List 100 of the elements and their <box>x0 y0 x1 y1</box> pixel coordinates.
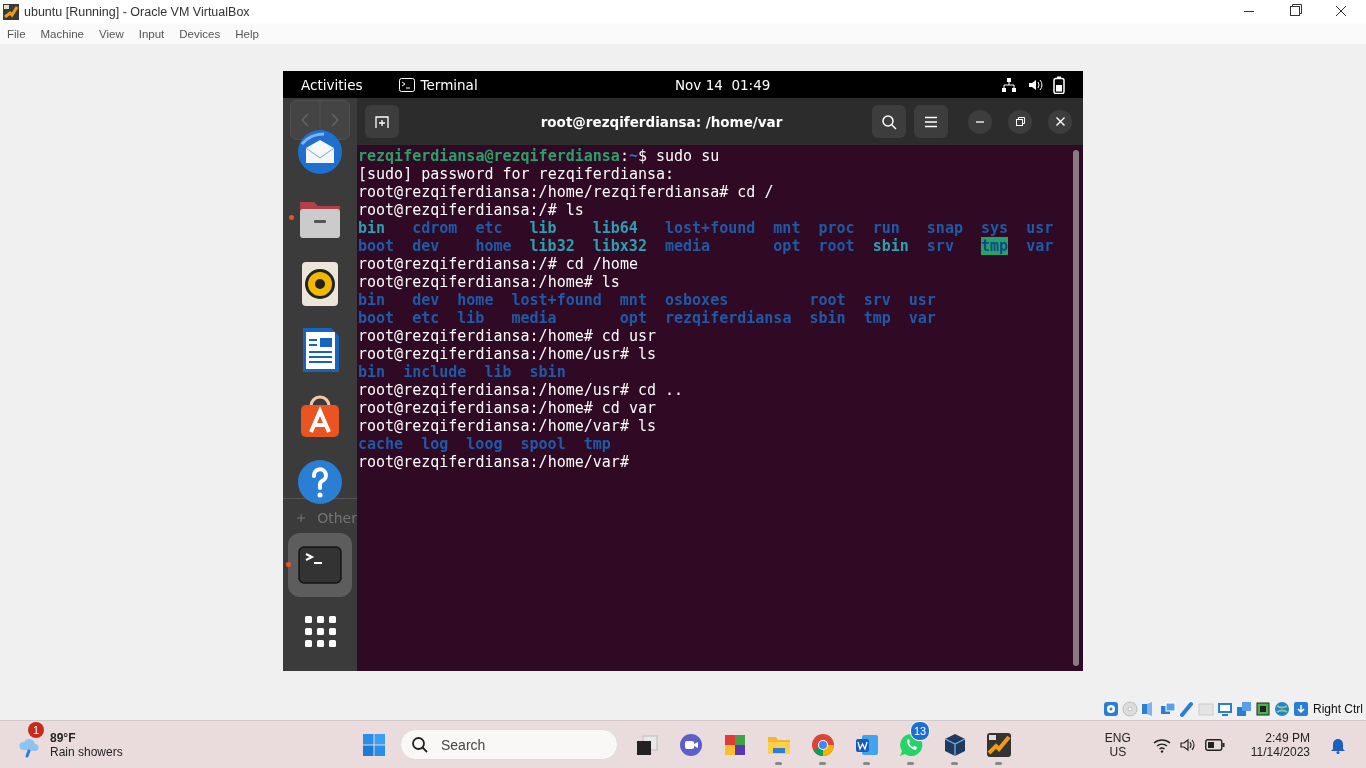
terminal-line: root@rezqiferdiansa:/home/var# ls <box>358 417 657 435</box>
region-label[interactable]: US <box>1109 744 1127 759</box>
video-call-icon <box>678 731 704 758</box>
directory-entry: libx32 <box>592 237 647 255</box>
plus-icon <box>297 512 306 524</box>
search-field[interactable]: Search <box>400 729 618 760</box>
display-icon[interactable] <box>1217 701 1233 717</box>
directory-entry: lib <box>484 363 512 381</box>
start-icon[interactable] <box>362 732 386 757</box>
terminal-line: root@rezqiferdiansa:/home/var# <box>358 453 630 471</box>
terminal-line: [sudo] password for rezqiferdiansa: <box>358 165 676 183</box>
notification-badge: 1 <box>28 721 44 738</box>
directory-entry: lost+found <box>665 219 756 237</box>
new-tab-icon <box>374 113 390 130</box>
directory-entry: mnt <box>619 291 647 309</box>
clock[interactable]: Nov 14 01:49 <box>675 76 771 93</box>
network-icon[interactable] <box>1001 76 1017 93</box>
directory-entry: osboxes <box>665 291 729 309</box>
directory-entry: boot <box>358 309 395 327</box>
restore-icon <box>1015 117 1025 126</box>
weather-condition[interactable]: Rain showers <box>50 744 123 759</box>
directory-entry: snap <box>926 219 963 237</box>
directory-entry: lost+found <box>511 291 602 309</box>
battery-icon[interactable] <box>1053 75 1065 94</box>
temperature[interactable]: 89°F <box>50 730 123 745</box>
scrollbar[interactable] <box>1073 150 1079 666</box>
directory-entry: etc <box>475 219 503 237</box>
menu-item[interactable]: View <box>99 27 124 40</box>
time[interactable]: 2:49 PM <box>1265 730 1310 745</box>
directory-entry: dev <box>412 291 440 309</box>
chip-icon[interactable] <box>1255 701 1271 717</box>
directory-entry: bin <box>358 219 386 237</box>
directory-entry: usr <box>1026 219 1054 237</box>
date[interactable]: 11/14/2023 <box>1250 744 1310 759</box>
directory-entry: spool <box>520 435 566 453</box>
directory-entry: boot <box>358 237 395 255</box>
video-capture-icon[interactable] <box>1236 701 1252 717</box>
menu-item[interactable]: File <box>7 27 26 40</box>
terminal-line: root@rezqiferdiansa:/home/usr# cd .. <box>358 381 685 399</box>
directory-entry: cdrom <box>412 219 458 237</box>
app-logo-icon <box>3 3 19 20</box>
envelope-icon <box>296 128 344 176</box>
directory-entry: lib32 <box>529 237 575 255</box>
search-input[interactable]: Search <box>439 735 593 754</box>
globe-icon[interactable] <box>1274 701 1290 717</box>
terminal-line: root@rezqiferdiansa:/# ls <box>358 201 585 219</box>
directory-entry: media <box>511 309 557 327</box>
directory-entry: mnt <box>773 219 801 237</box>
directory-entry: sys <box>981 219 1009 237</box>
directory-entry: opt <box>773 237 801 255</box>
directory-entry: proc <box>818 219 855 237</box>
download-icon[interactable] <box>1293 701 1309 717</box>
terminal-line: root@rezqiferdiansa:/home/rezqiferdiansa# cd / <box>358 183 775 201</box>
language-label[interactable]: ENG <box>1104 730 1131 745</box>
directory-entry: lib <box>529 219 557 237</box>
menu-item[interactable]: Input <box>138 27 165 40</box>
directory-entry: log <box>421 435 449 453</box>
volume-icon[interactable] <box>1178 736 1197 753</box>
help-icon <box>296 458 344 506</box>
directory-entry: usr <box>908 291 936 309</box>
menu-button[interactable] <box>914 105 948 138</box>
new-tab-button[interactable] <box>365 105 399 138</box>
directory-entry: cache <box>358 435 404 453</box>
directory-entry: srv <box>926 237 954 255</box>
directory-entry: etc <box>412 309 440 327</box>
terminal-line: root@rezqiferdiansa:/home# cd var <box>358 399 657 417</box>
directory-entry: sbin <box>529 363 566 381</box>
directory-entry: lib64 <box>592 219 638 237</box>
activities-button[interactable]: Activities <box>301 76 363 93</box>
menu-item[interactable]: Machine <box>40 27 84 40</box>
battery-icon[interactable] <box>1204 738 1225 751</box>
restore-button[interactable] <box>1008 109 1032 134</box>
app-name[interactable]: Terminal <box>420 76 478 93</box>
directory-entry: run <box>872 219 900 237</box>
directory-entry: srv <box>863 291 891 309</box>
close-button[interactable] <box>1048 109 1072 134</box>
weather-icon[interactable] <box>18 737 40 758</box>
directory-entry: sbin <box>809 309 846 327</box>
close-icon <box>1055 117 1065 126</box>
directory-entry: root <box>818 237 855 255</box>
wifi-icon[interactable] <box>1152 736 1171 753</box>
minimize-icon <box>976 120 984 123</box>
sidebar-item: Other <box>317 510 357 526</box>
search-button[interactable] <box>872 105 906 138</box>
minimize-button[interactable] <box>968 109 992 134</box>
usb-icon[interactable] <box>1179 701 1195 717</box>
notification-badge: 13 <box>910 720 930 741</box>
directory-entry: lib <box>457 309 485 327</box>
terminal-line: root@rezqiferdiansa:/home/usr# ls <box>358 345 657 363</box>
directory-entry: bin <box>358 363 386 381</box>
directory-entry: media <box>665 237 711 255</box>
window-title: root@rezqiferdiansa: /home/var <box>539 113 784 130</box>
menu-item[interactable]: Devices <box>179 27 221 40</box>
directory-entry: include <box>403 363 467 381</box>
terminal-line: root@rezqiferdiansa:/home# ls <box>358 273 621 291</box>
directory-entry: root <box>809 291 846 309</box>
menu-icon <box>924 115 938 128</box>
terminal-line: root@rezqiferdiansa:/# cd /home <box>358 255 639 273</box>
directory-entry: opt <box>619 309 647 327</box>
menu-item[interactable]: Help <box>235 27 259 40</box>
